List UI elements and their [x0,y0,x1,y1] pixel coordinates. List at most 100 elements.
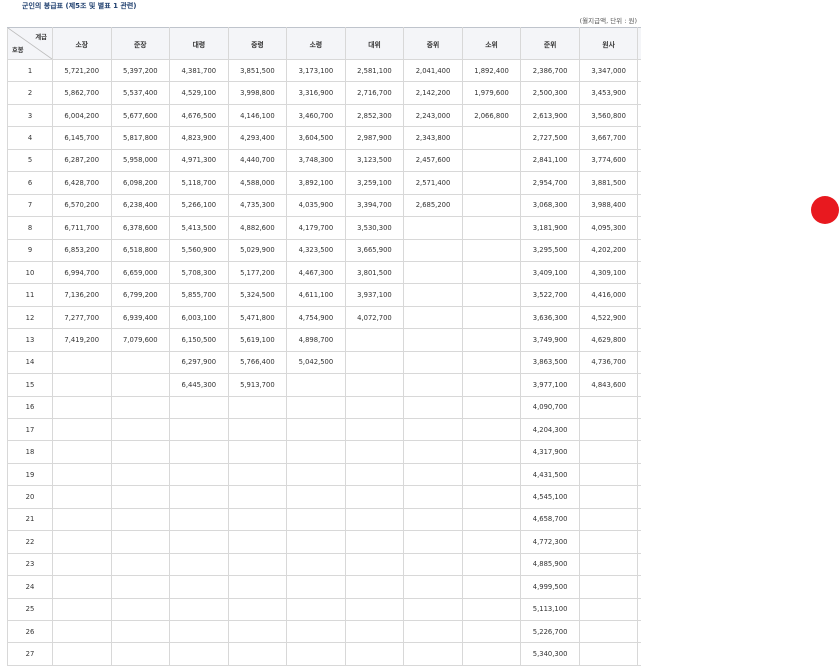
salary-cell [227,530,288,554]
salary-cell [461,395,522,420]
table-row: 11 7,136,200 6,799,200 5,855,700 5,324,500 4,… [7,283,641,307]
salary-cell: 3,173,100 [286,58,346,83]
salary-cell [286,575,346,599]
table-row: 23 4,885,900 [7,552,641,577]
table-row: 22 4,772,300 [7,530,641,554]
step-cell: 24 [7,575,53,599]
salary-cell: 6,003,100 [169,305,229,330]
salary-cell: 3,892,100 [286,171,346,195]
column-header: 소령 [286,27,346,60]
salary-cell [461,148,522,173]
salary-cell: 5,913,700 [227,373,288,397]
salary-cell: 3,342, [637,283,641,307]
salary-cell: 2,315, [637,58,641,83]
salary-cell [169,485,229,509]
salary-cell: 5,537,400 [110,81,171,105]
salary-cell: 2,852,300 [344,103,405,128]
salary-cell: 3,239, [637,260,641,285]
salary-cell: 3,123,500 [344,148,405,173]
salary-cell: 2,725, [637,148,641,173]
salary-cell [637,575,641,599]
salary-cell: 5,817,800 [110,126,171,150]
salary-cell [344,530,405,554]
table-row: 8 6,711,700 6,378,600 5,413,500 4,882,600 4,1… [7,216,641,240]
salary-cell: 4,163, [637,462,641,487]
column-header: 원사 [578,27,639,60]
salary-cell: 4,676,500 [169,103,229,128]
salary-cell [286,485,346,509]
salary-cell: 3,453,900 [578,81,639,105]
salary-cell: 6,238,400 [110,193,171,218]
salary-cell [286,462,346,487]
salary-cell: 3,560,800 [578,103,639,128]
salary-cell [578,530,639,554]
salary-cell: 7,079,600 [110,328,171,352]
salary-cell [578,597,639,621]
salary-cell [578,575,639,599]
column-header: 대령 [169,27,229,60]
record-indicator-dot[interactable] [811,196,839,224]
salary-cell: 2,828, [637,171,641,195]
salary-cell [344,597,405,621]
column-header: 소장 [51,27,112,60]
salary-cell [461,642,522,666]
salary-cell [578,440,639,464]
salary-cell [637,507,641,532]
step-cell: 15 [7,373,53,397]
salary-cell [461,485,522,509]
salary-cell [578,507,639,532]
salary-cell [110,373,171,397]
salary-cell: 4,431,500 [520,462,580,487]
salary-cell: 5,177,200 [227,260,288,285]
salary-cell: 2,841,100 [520,148,580,173]
salary-cell: 4,971,300 [169,148,229,173]
salary-cell [403,485,463,509]
salary-cell [227,395,288,420]
salary-cell [286,552,346,577]
salary-cell: 5,958,000 [110,148,171,173]
salary-cell [110,395,171,420]
table-row: 1 5,721,200 5,397,200 4,381,700 3,851,500 3,1… [7,58,641,83]
salary-cell: 3,650, [637,350,641,375]
salary-cell: 4,772,300 [520,530,580,554]
table-row: 20 4,545,100 [7,485,641,509]
salary-cell [578,417,639,442]
table-row: 12 7,277,700 6,939,400 6,003,100 5,471,800 4,… [7,305,641,330]
salary-cell: 4,090,700 [520,395,580,420]
salary-cell [461,260,522,285]
salary-cell: 2,581,100 [344,58,405,83]
step-cell: 25 [7,597,53,621]
salary-cell: 3,530,300 [344,216,405,240]
salary-cell [286,417,346,442]
table-row: 2 5,862,700 5,537,400 4,529,100 3,998,800 3,3… [7,81,641,105]
salary-cell [403,328,463,352]
salary-cell [344,417,405,442]
salary-cell: 2,727,500 [520,126,580,150]
step-cell: 11 [7,283,53,307]
salary-cell: 4,629,800 [578,328,639,352]
salary-cell [403,440,463,464]
salary-cell: 3,522,700 [520,283,580,307]
salary-cell: 5,042,500 [286,350,346,375]
salary-cell [344,395,405,420]
table-row: 17 4,204,300 3,958, [7,417,641,442]
salary-cell: 6,659,000 [110,260,171,285]
step-cell: 13 [7,328,53,352]
salary-cell [403,260,463,285]
column-header: 대위 [344,27,405,60]
salary-cell: 5,471,800 [227,305,288,330]
salary-cell [637,597,641,621]
salary-cell: 4,545,100 [520,485,580,509]
salary-cell: 2,987,900 [344,126,405,150]
salary-cell: 2,685,200 [403,193,463,218]
salary-cell [403,575,463,599]
salary-cell: 3,667,700 [578,126,639,150]
step-cell: 1 [7,58,53,83]
step-cell: 2 [7,81,53,105]
table-row: 13 7,419,200 7,079,600 6,150,500 5,619,100 4,… [7,328,641,352]
salary-cell: 3,774,600 [578,148,639,173]
salary-cell: 4,588,000 [227,171,288,195]
salary-cell [110,485,171,509]
salary-cell: 4,317,900 [520,440,580,464]
salary-cell: 5,118,700 [169,171,229,195]
